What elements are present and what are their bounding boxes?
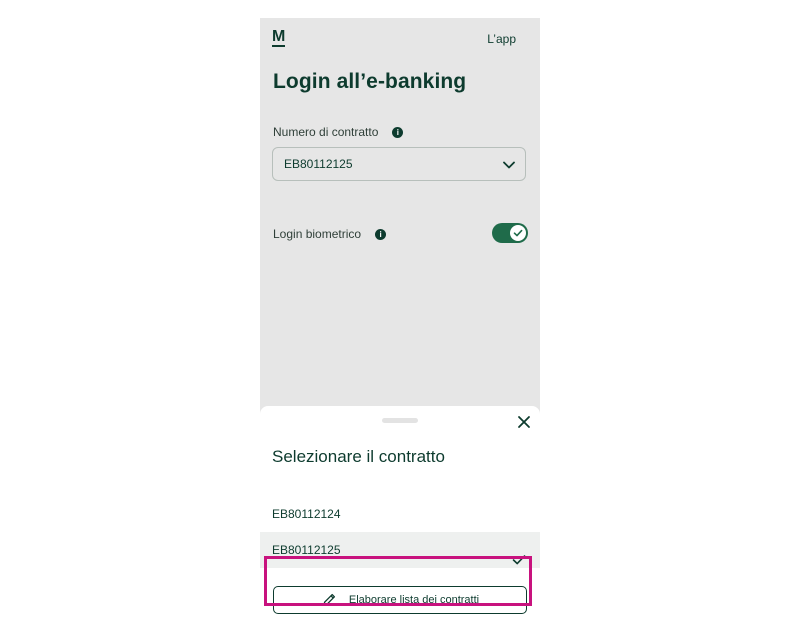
biometric-toggle[interactable] <box>492 223 528 243</box>
app-link[interactable]: L’app <box>487 32 516 46</box>
highlight-frame <box>264 556 532 606</box>
contract-option-label: EB80112124 <box>272 507 341 521</box>
info-icon[interactable]: i <box>392 126 404 138</box>
bank-logo[interactable]: M <box>272 29 285 47</box>
close-icon[interactable] <box>517 415 531 429</box>
biometric-label-text: Login biometrico <box>273 227 362 241</box>
contract-field-label-text: Numero di contratto <box>273 125 379 139</box>
contract-option[interactable]: EB80112124 <box>260 496 540 532</box>
contract-select-value: EB80112125 <box>284 157 353 171</box>
sheet-title: Selezionare il contratto <box>272 447 445 466</box>
contract-select[interactable]: EB80112125 <box>272 147 526 181</box>
info-icon[interactable]: i <box>375 228 387 240</box>
phone-screen: M L’app Login all’e-banking Numero di co… <box>260 18 540 620</box>
top-bar: M L’app <box>260 18 540 62</box>
biometric-label: Login biometrico i <box>273 227 387 241</box>
checkmark-icon <box>513 229 523 237</box>
contract-option-label: EB80112125 <box>272 543 341 557</box>
sheet-drag-handle[interactable] <box>382 418 418 423</box>
contract-field-label: Numero di contratto i <box>273 125 404 139</box>
page-title: Login all’e-banking <box>273 70 467 93</box>
chevron-down-icon <box>502 158 516 172</box>
toggle-knob <box>510 225 526 241</box>
